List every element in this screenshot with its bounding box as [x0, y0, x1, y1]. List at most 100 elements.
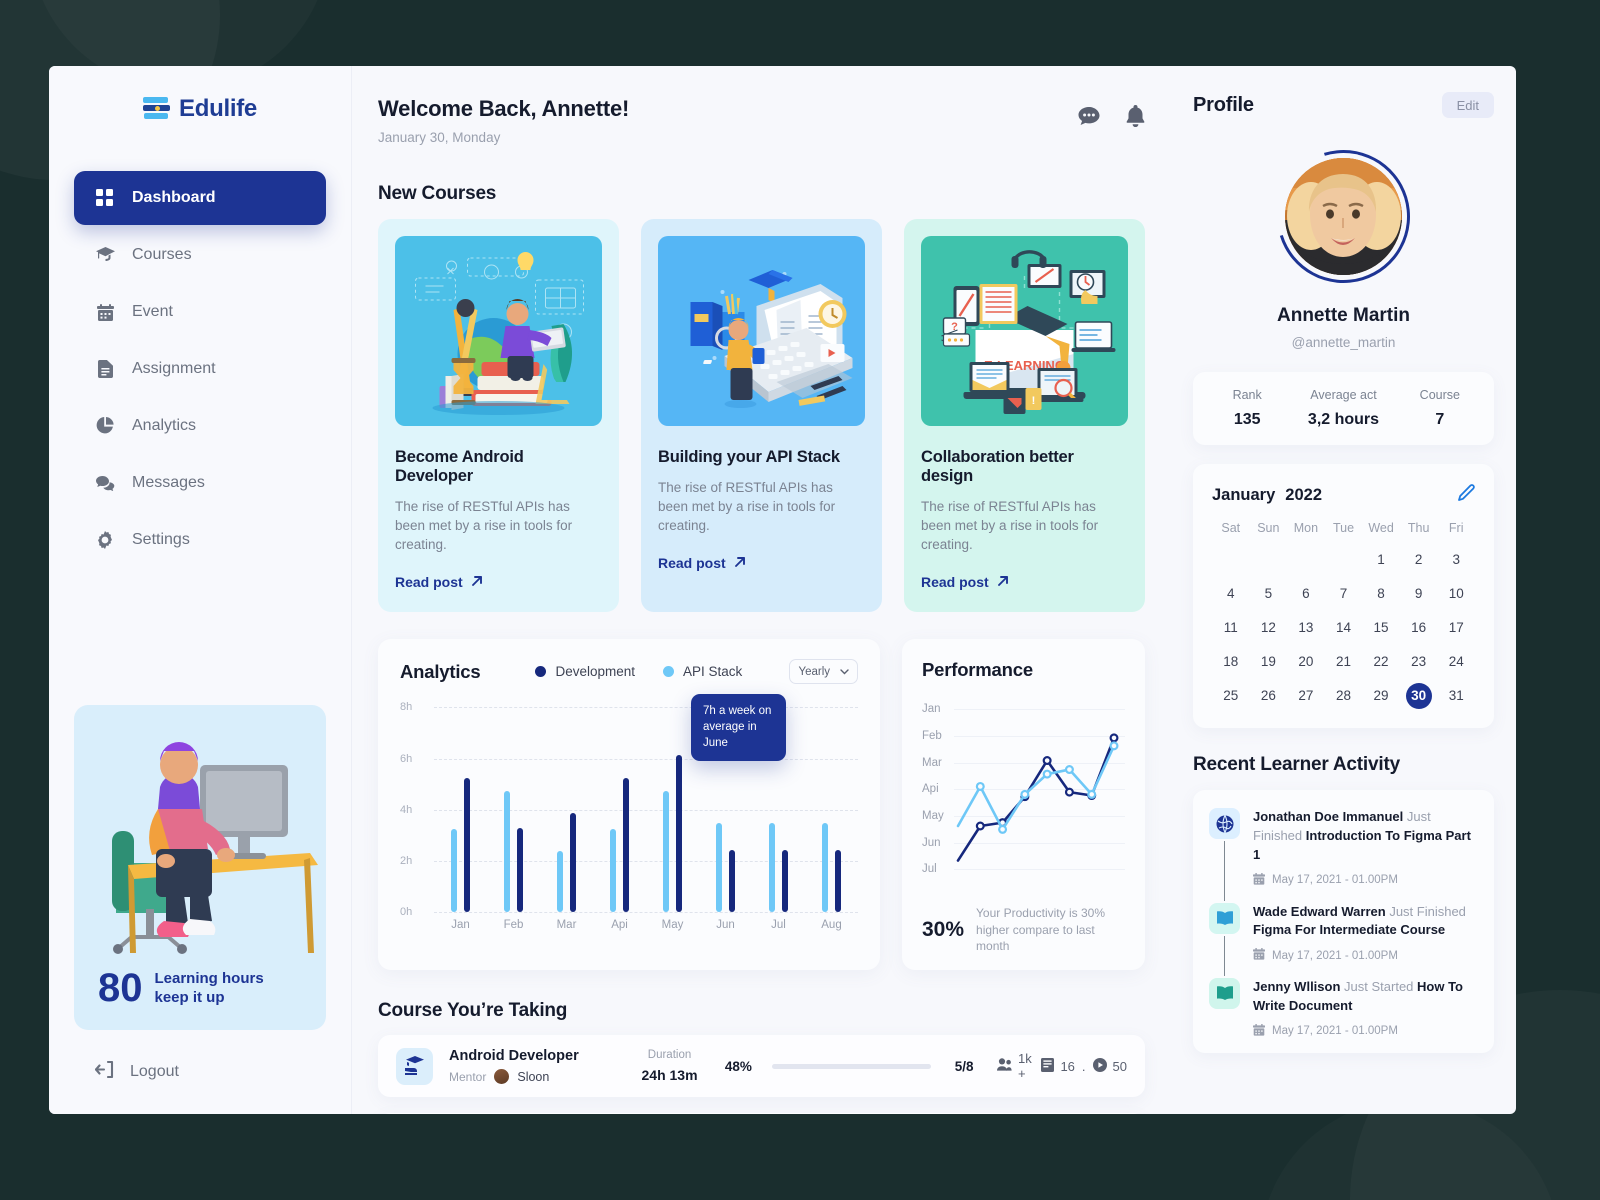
calendar-day[interactable]: 1 [1362, 547, 1400, 573]
calendar-day[interactable]: 28 [1325, 683, 1363, 709]
calendar-day[interactable]: 10 [1437, 581, 1475, 607]
bar[interactable] [623, 777, 629, 913]
calendar-day[interactable]: 24 [1437, 649, 1475, 675]
calendar-day[interactable]: 4 [1212, 581, 1250, 607]
performance-title: Performance [922, 659, 1033, 681]
performance-series [956, 733, 1119, 863]
table-row[interactable]: Android Developer Mentor Sloon Duration … [378, 1113, 1145, 1114]
analytics-title: Analytics [400, 660, 481, 682]
read-post-label: Read post [921, 574, 989, 591]
calendar-day[interactable]: 12 [1250, 615, 1288, 641]
bar[interactable] [769, 822, 775, 913]
activity-title: Recent Learner Activity [1193, 754, 1400, 775]
read-post-link[interactable]: Read post [921, 574, 1009, 590]
bar[interactable] [504, 790, 510, 913]
bar[interactable] [663, 790, 669, 913]
sidebar-item-analytics[interactable]: Analytics [74, 399, 326, 453]
calendar-day[interactable]: 23 [1400, 649, 1438, 675]
bar[interactable] [835, 849, 841, 913]
bar[interactable] [822, 822, 828, 913]
calendar-day[interactable]: 19 [1250, 649, 1288, 675]
calendar-day[interactable]: 14 [1325, 615, 1363, 641]
bar[interactable] [782, 849, 788, 913]
list-item[interactable]: Jenny Wllison Just Started How To Write … [1209, 978, 1478, 1043]
activity-verb: Just Started [1344, 979, 1414, 995]
learning-hours-line1: Learning hours [154, 969, 264, 987]
calendar-day[interactable]: 18 [1212, 649, 1250, 675]
course-card[interactable]: Building your API Stack The rise of REST… [641, 219, 882, 613]
calendar-day[interactable]: 11 [1212, 615, 1250, 641]
messages-icon[interactable] [1078, 106, 1100, 131]
calendar-day[interactable]: 13 [1287, 615, 1325, 641]
user-photo-avatar [1285, 158, 1402, 275]
bar[interactable] [729, 849, 735, 913]
bar[interactable] [557, 850, 563, 913]
analytics-bar-chart: 0h 2h 4h 6h 8h [400, 701, 858, 918]
calendar-day-selected[interactable]: 30 [1405, 683, 1432, 709]
brand[interactable]: Edulife [49, 66, 351, 152]
calendar-day-header: Mon [1293, 521, 1319, 535]
new-courses-list: Become Android Developer The rise of RES… [378, 219, 1145, 613]
sidebar-item-settings[interactable]: Settings [74, 513, 326, 567]
calendar-day-empty [1287, 547, 1325, 573]
isometric-laptop-study-illustration [658, 236, 865, 426]
course-card[interactable]: Become Android Developer The rise of RES… [378, 219, 619, 613]
calendar-day[interactable]: 9 [1400, 581, 1438, 607]
bar[interactable] [517, 827, 523, 913]
calendar-day[interactable]: 8 [1362, 581, 1400, 607]
bar[interactable] [676, 754, 682, 913]
calendar-day[interactable]: 27 [1287, 683, 1325, 709]
course-card-title: Collaboration better design [921, 448, 1074, 485]
graduation-hand-icon [396, 1047, 433, 1085]
notification-bell-icon[interactable] [1126, 105, 1145, 132]
gridline [434, 912, 858, 914]
bar[interactable] [464, 777, 470, 913]
logout-button[interactable]: Logout [49, 1030, 351, 1114]
edit-profile-button[interactable]: Edit [1441, 92, 1494, 118]
sidebar-item-label: Dashboard [132, 189, 216, 206]
table-row[interactable]: Android Developer Mentor Sloon Duration … [378, 1035, 1145, 1098]
calendar-day-header: Wed [1368, 521, 1394, 535]
calendar-day-header: Tue [1332, 521, 1355, 535]
sidebar-item-dashboard[interactable]: Dashboard [74, 171, 326, 225]
courses-taking-title: Course You’re Taking [378, 1000, 568, 1022]
list-item[interactable]: Jonathan Doe Immanuel Just Finished Intr… [1209, 808, 1478, 903]
bar[interactable] [570, 812, 576, 913]
calendar-day[interactable]: 15 [1362, 615, 1400, 641]
calendar-day[interactable]: 22 [1362, 649, 1400, 675]
stat-value: 3,2 hours [1307, 411, 1380, 428]
read-post-link[interactable]: Read post [658, 555, 746, 571]
analytics-range-select[interactable]: Yearly [789, 659, 858, 685]
y-axis-tick: Feb [922, 730, 942, 743]
calendar-day[interactable]: 16 [1400, 615, 1438, 641]
calendar-day[interactable]: 7 [1325, 581, 1363, 607]
calendar-day[interactable]: 25 [1212, 683, 1250, 709]
sidebar-item-event[interactable]: Event [74, 285, 326, 339]
calendar-day[interactable]: 20 [1287, 649, 1325, 675]
calendar-day[interactable]: 31 [1437, 683, 1475, 709]
pencil-icon[interactable] [1458, 484, 1475, 506]
bar[interactable] [610, 829, 616, 913]
topbar: Welcome Back, Annette! January 30, Monda… [378, 96, 1145, 145]
calendar-day[interactable]: 5 [1250, 581, 1288, 607]
calendar-day[interactable]: 3 [1437, 547, 1475, 573]
calendar-day[interactable]: 21 [1325, 649, 1363, 675]
calendar-day[interactable]: 29 [1362, 683, 1400, 709]
arrow-up-right-icon [997, 574, 1009, 590]
calendar-day[interactable]: 17 [1437, 615, 1475, 641]
bar[interactable] [716, 822, 722, 913]
course-card[interactable]: E-LEARNING ? ! Collaboration better desi… [904, 219, 1145, 613]
calendar-day-empty [1250, 547, 1288, 573]
avatar[interactable] [1253, 126, 1434, 307]
sidebar-item-assignment[interactable]: Assignment [74, 342, 326, 396]
list-item[interactable]: Wade Edward Warren Just Finished Figma F… [1209, 902, 1478, 979]
read-post-link[interactable]: Read post [395, 574, 483, 590]
sidebar-item-courses[interactable]: Courses [74, 228, 326, 282]
y-axis-tick: Jun [922, 836, 941, 849]
calendar-day[interactable]: 6 [1287, 581, 1325, 607]
calendar-day[interactable]: 26 [1250, 683, 1288, 709]
bar[interactable] [451, 829, 457, 913]
legend-item-development: Development [535, 664, 635, 679]
calendar-day[interactable]: 2 [1400, 547, 1438, 573]
sidebar-item-messages[interactable]: Messages [74, 456, 326, 510]
